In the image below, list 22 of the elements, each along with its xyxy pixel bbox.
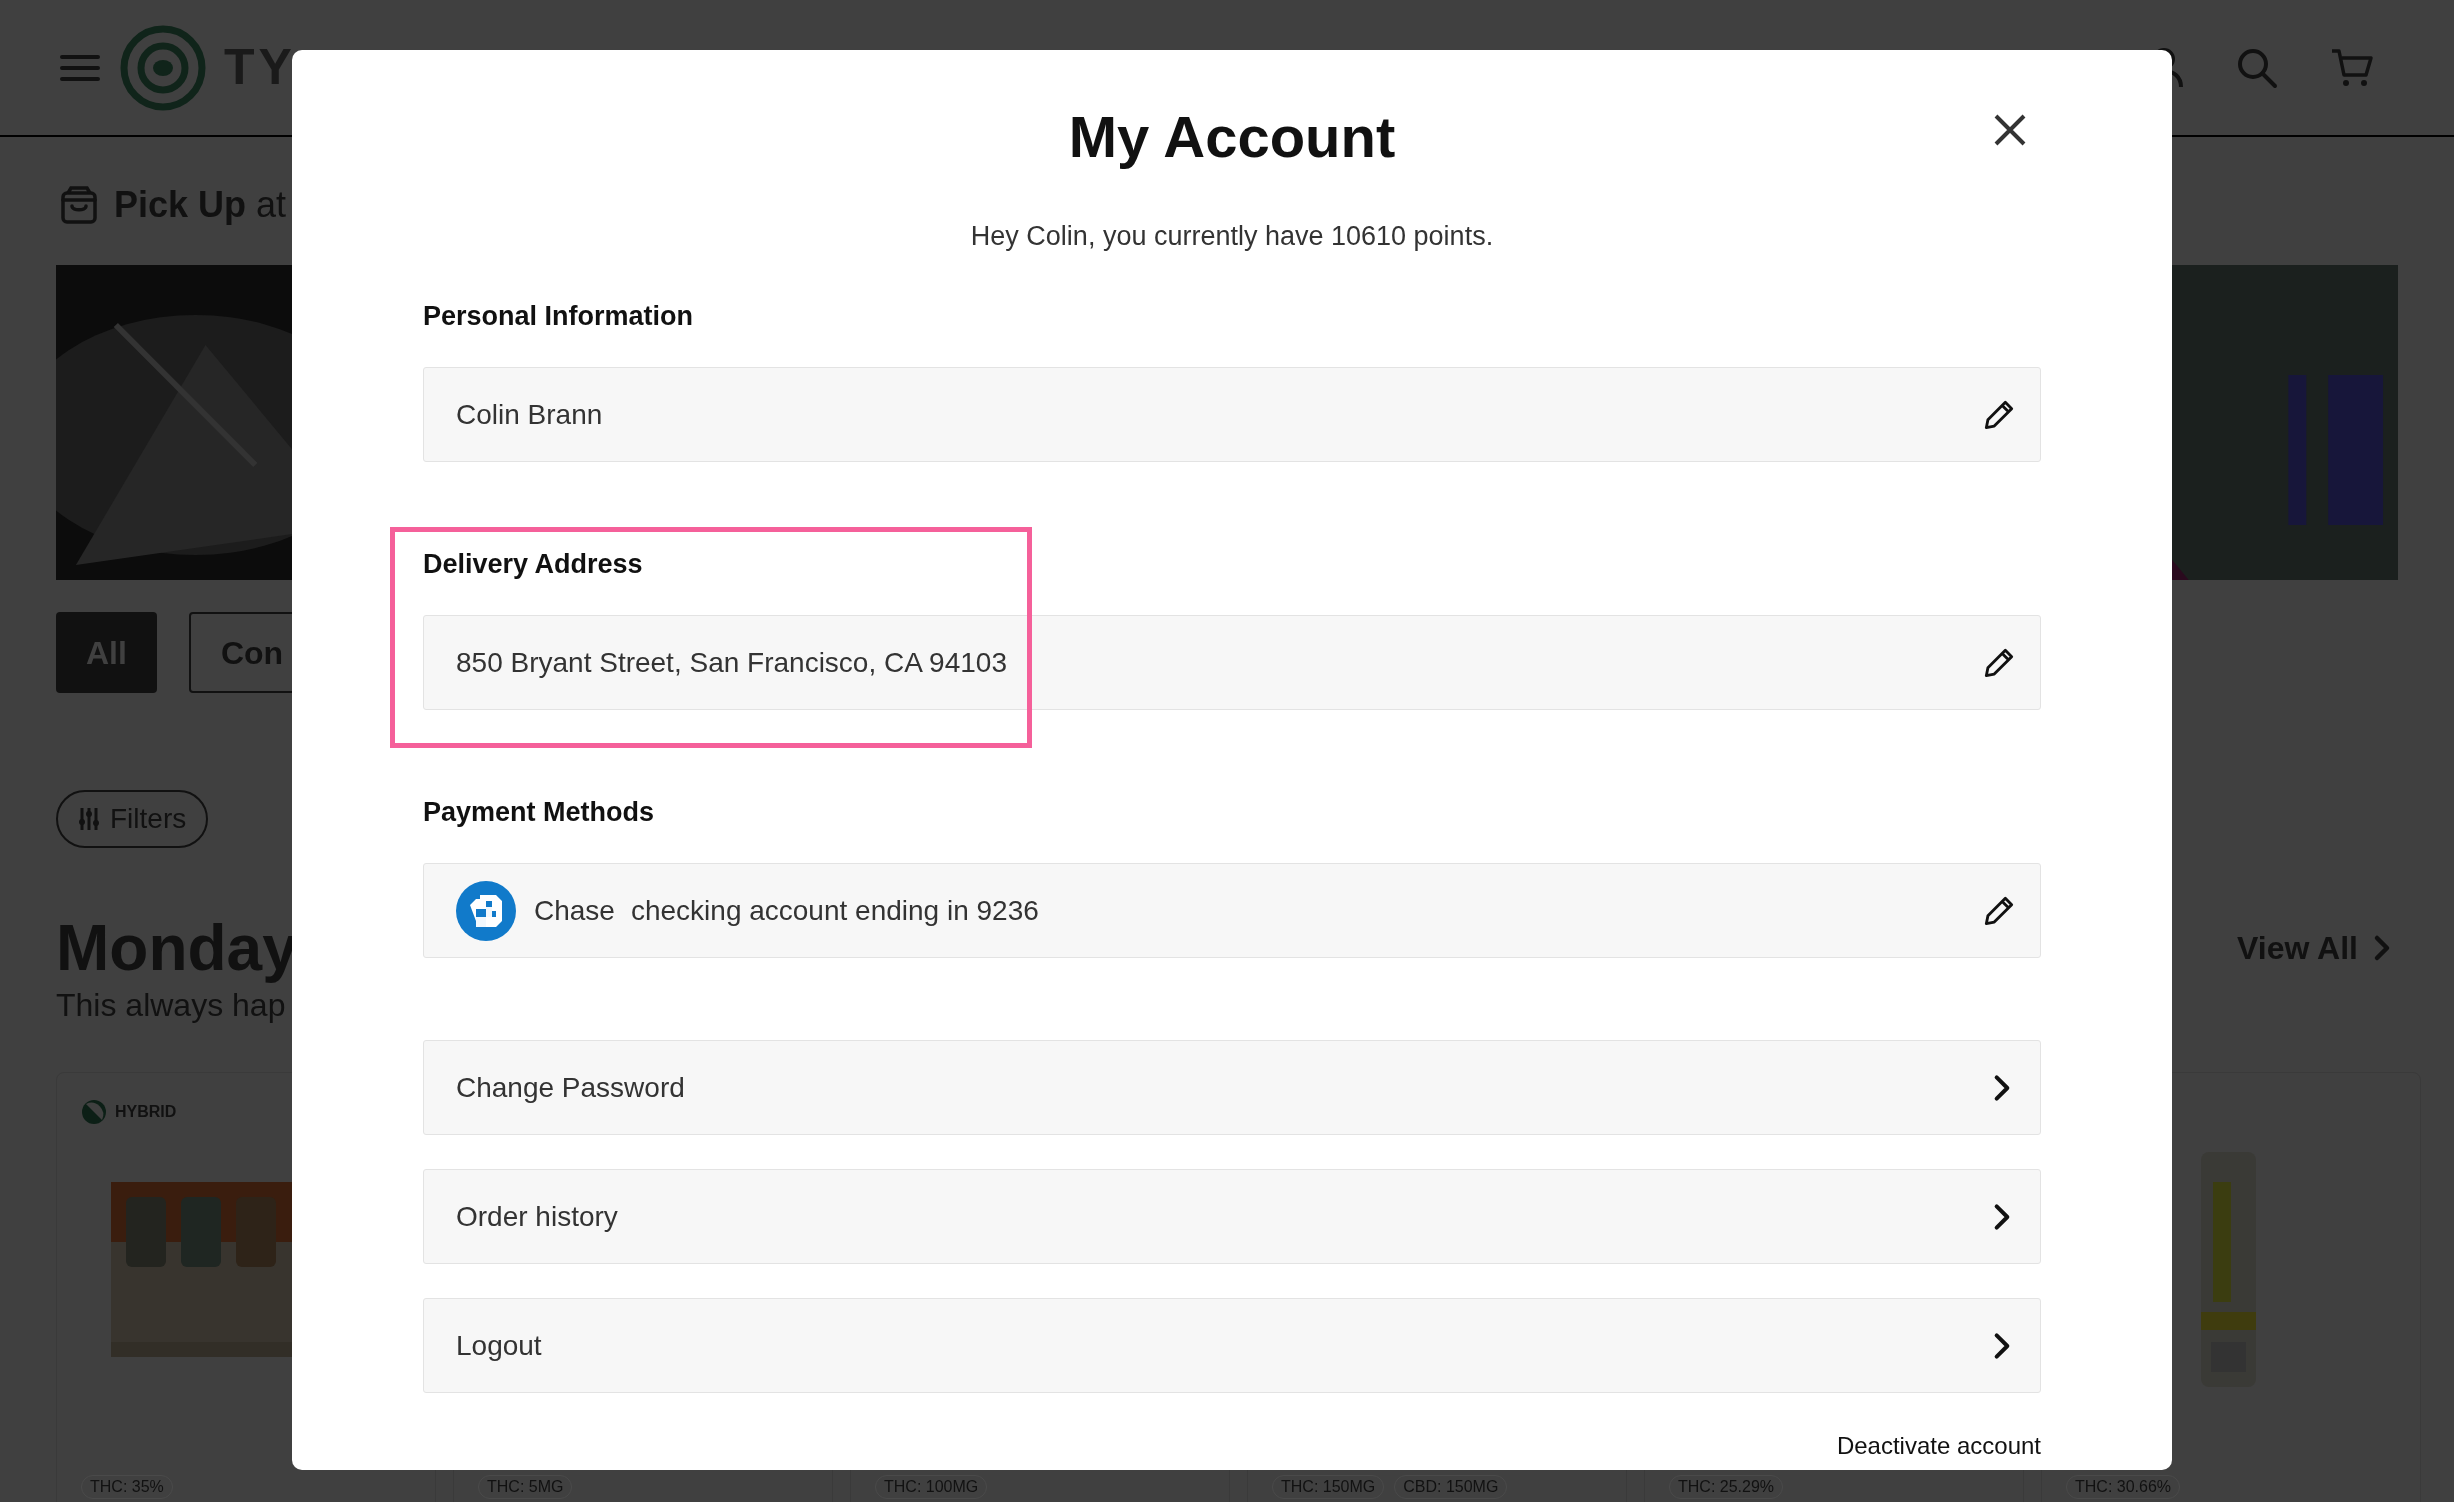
field-value: 850 Bryant Street, San Francisco, CA 94103 (456, 645, 1007, 680)
close-icon (1993, 113, 2027, 147)
menu-row[interactable]: Order history (423, 1169, 2041, 1264)
menu-row[interactable]: Logout (423, 1298, 2041, 1393)
text-field[interactable]: 850 Bryant Street, San Francisco, CA 94103 (423, 615, 2041, 710)
section-label: Payment Methods (423, 796, 656, 829)
chevron-icon (2372, 934, 2392, 962)
text-field[interactable]: Colin Brann (423, 367, 2041, 462)
account-description: checking account ending in 9236 (630, 893, 1039, 928)
sliders-icon (78, 806, 100, 832)
bank-logo-icon (456, 880, 516, 941)
target-logo-icon (120, 24, 206, 111)
points-message: Hey Colin, you currently have 10610 points. (969, 220, 1495, 253)
section-label: Delivery Address (423, 548, 644, 581)
bank-name: Chase (534, 893, 615, 928)
section-label: Personal Information (423, 300, 695, 333)
payment-method-field[interactable]: Chase checking account ending in 9236 (423, 863, 2041, 958)
field-value: Colin Brann (456, 397, 603, 432)
dialog-title: My Account (1068, 103, 1396, 171)
half-circle-icon (81, 1099, 107, 1125)
menu-row[interactable]: Change Password (423, 1040, 2041, 1135)
deactivate-link[interactable]: Deactivate account (1836, 1431, 2041, 1461)
